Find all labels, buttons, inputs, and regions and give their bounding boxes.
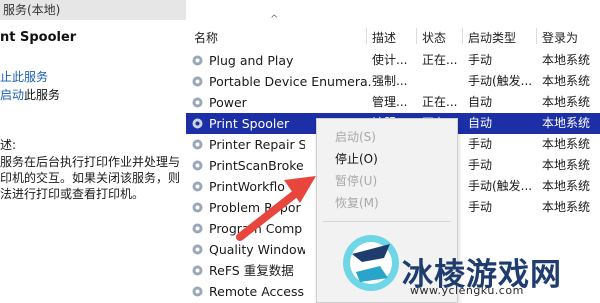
column-divider[interactable] [462, 28, 463, 44]
service-logon: 本地系统 [542, 158, 591, 172]
menu-item-resume[interactable]: 恢复(M) [335, 194, 379, 211]
service-logon: 本地系统 [542, 95, 591, 109]
column-divider[interactable] [416, 28, 417, 44]
watermark-url: www.yclengku.com [410, 284, 524, 297]
menu-item-pause[interactable]: 暂停(U) [335, 172, 377, 189]
service-startup-type: 手动 [468, 53, 493, 67]
menu-item-start[interactable]: 启动(S) [335, 128, 376, 145]
service-status: 正在... [422, 95, 458, 109]
service-startup-type: 手动(触发... [468, 74, 533, 88]
gear-icon [192, 244, 203, 255]
brand-logo-icon [343, 235, 399, 291]
service-logon: 本地系统 [542, 116, 591, 130]
gear-icon [192, 265, 203, 276]
gear-icon [192, 55, 203, 66]
service-logon: 本地系统 [542, 179, 591, 193]
gear-icon [192, 202, 203, 213]
gear-icon [192, 223, 203, 234]
gear-icon [192, 139, 203, 150]
service-name: PrintScanBroke [209, 158, 304, 173]
stop-service-link[interactable]: 止此服务 [0, 68, 48, 85]
column-header-startup-type[interactable]: 启动类型 [468, 29, 516, 46]
gear-icon [192, 118, 203, 129]
column-header-logon-as[interactable]: 登录为 [542, 29, 578, 46]
service-description-cell: 使计... [372, 53, 408, 67]
table-row[interactable]: Portable Device Enumera... 强制... 手动(触发..… [186, 71, 600, 92]
service-description-cell: 强制... [372, 74, 408, 88]
sort-indicator-icon: ^ [270, 14, 279, 25]
menu-item-stop[interactable]: 停止(O) [335, 150, 378, 167]
selected-service-name: nt Spooler [0, 30, 77, 45]
service-logon: 本地系统 [542, 74, 591, 88]
gear-icon [192, 286, 203, 297]
column-header-status[interactable]: 状态 [422, 29, 446, 46]
service-name: Plug and Play [209, 53, 294, 68]
gear-icon [192, 76, 203, 87]
restart-service-link[interactable]: 启动此服务 [0, 86, 60, 103]
restart-link-text[interactable]: 启动 [0, 88, 24, 102]
service-logon: 本地系统 [542, 137, 591, 151]
table-row[interactable]: Power 管理... 正在... 自动 本地系统 [186, 92, 600, 113]
service-name: PrintWorkflo [209, 179, 285, 194]
service-name: Problem Repor [209, 200, 301, 215]
service-startup-type: 手动 [468, 158, 493, 172]
service-startup-type: 手动(触发... [468, 179, 533, 193]
service-name: Power [209, 95, 247, 110]
services-window: 服务(本地) nt Spooler 止此服务 启动此服务 述: 服务在后台执行打… [0, 0, 600, 303]
service-startup-type: 自动 [468, 95, 493, 109]
service-name: Quality Window [209, 242, 305, 257]
description-label: 述: [0, 138, 17, 152]
gear-icon [192, 181, 203, 192]
service-status: 正在... [422, 53, 458, 67]
service-logon: 本地系统 [542, 200, 591, 214]
table-row[interactable]: Plug and Play 使计... 正在... 手动 本地系统 [186, 50, 600, 71]
pane-title: 服务(本地) [0, 0, 186, 20]
service-startup-type: 自动 [468, 116, 493, 130]
service-startup-type: 手动 [468, 200, 493, 214]
column-divider[interactable] [366, 28, 367, 44]
service-name: Printer Repair S [209, 137, 305, 152]
column-header-row: 名称 描述 状态 启动类型 登录为 [186, 26, 600, 46]
service-name: Remote Access [209, 284, 304, 299]
gear-icon [192, 160, 203, 171]
service-logon: 本地系统 [542, 53, 591, 67]
service-startup-type: 手动 [468, 137, 493, 151]
service-detail-pane: 服务(本地) nt Spooler 止此服务 启动此服务 述: 服务在后台执行打… [0, 0, 186, 303]
column-header-description[interactable]: 描述 [372, 29, 396, 46]
service-description: 服务在后台执行打印作业并处理与印机的交互。如果关闭该服务，则法进行打印或查看打印… [0, 155, 181, 201]
service-name: Portable Device Enumera... [209, 74, 371, 89]
column-divider[interactable] [536, 28, 537, 44]
service-name: ReFS 重复数据 [209, 263, 294, 278]
restart-link-suffix: 此服务 [24, 88, 61, 102]
column-header-name[interactable]: 名称 [194, 29, 218, 46]
stop-service-link-text[interactable]: 止此服务 [0, 70, 48, 84]
service-name: Program Comp [209, 221, 303, 236]
gear-icon [192, 97, 203, 108]
menu-separator [323, 221, 451, 222]
service-description-cell: 管理... [372, 95, 408, 109]
